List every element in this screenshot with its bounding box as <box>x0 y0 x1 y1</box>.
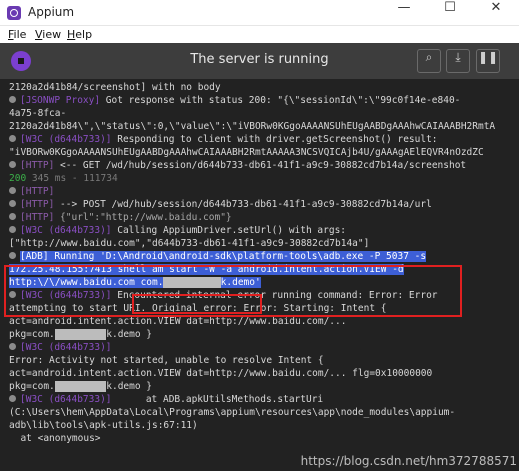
log-line: [W3C (d644b733)] Responding to client wi… <box>9 133 519 146</box>
log-line: 2120a2d41b84/screenshot] with no body <box>9 81 519 94</box>
menu-file[interactable]: File <box>8 28 26 41</box>
log-text: at ADB.apkUtilsMethods.startUri <box>111 394 324 405</box>
log-line: adb\lib\tools\apk-utils.js:67:11) <box>9 419 519 432</box>
log-text: Responding to client with driver.getScre… <box>111 134 438 145</box>
minimize-button[interactable]: — <box>381 0 427 26</box>
log-text: {"url":"http://www.baidu.com"} <box>54 212 232 223</box>
pause-icon[interactable]: ❚❚ <box>476 49 500 73</box>
close-button[interactable]: ✕ <box>473 0 519 26</box>
log-bullet-icon <box>9 226 16 233</box>
server-header: The server is running ⌕ ⤓ ❚❚ <box>0 43 519 79</box>
appium-logo-icon <box>7 6 21 20</box>
menu-help[interactable]: Help <box>67 28 92 41</box>
highlight-box-package <box>132 294 262 314</box>
log-bullet-icon <box>9 343 16 350</box>
log-text: Error: Activity not started, unable to r… <box>9 355 324 366</box>
log-text: Calling AppiumDriver.setUrl() with args: <box>111 225 347 236</box>
download-icon[interactable]: ⤓ <box>446 49 470 73</box>
log-text: ["http://www.baidu.com","d644b733-db61-4… <box>9 238 370 249</box>
log-tag: [W3C (d644b733)] <box>20 394 112 405</box>
log-text: adb\lib\tools\apk-utils.js:67:11) <box>9 420 198 431</box>
status-code: 200 <box>9 173 27 184</box>
log-line: act=android.intent.action.VIEW dat=http:… <box>9 367 519 380</box>
log-text: <-- GET /wd/hub/session/d644b733-db61-41… <box>54 160 467 171</box>
log-text: pkg=com. <box>9 329 55 340</box>
log-tag: [W3C (d644b733)] <box>20 134 112 145</box>
log-tag: [HTTP] <box>20 199 55 210</box>
log-text: pkg=com. <box>9 381 55 392</box>
selected-text: [ADB] Running 'D:\Android\android-sdk\pl… <box>20 251 427 262</box>
log-tag: [W3C (d644b733)] <box>20 342 112 353</box>
log-line: [HTTP] <box>9 185 519 198</box>
title-bar: Appium — ☐ ✕ <box>0 0 519 26</box>
log-bullet-icon <box>9 213 16 220</box>
log-text: 2120a2d41b84/screenshot] with no body <box>9 82 221 93</box>
redacted-text: xxxxxxxxx <box>54 329 107 340</box>
log-bullet-icon <box>9 161 16 168</box>
log-tag: [JSONWP Proxy] <box>20 95 101 106</box>
log-text: k.demo } <box>106 329 153 340</box>
log-bullet-icon <box>9 252 16 259</box>
log-line: [ADB] Running 'D:\Android\android-sdk\pl… <box>9 250 519 263</box>
log-lines: 2120a2d41b84/screenshot] with no body [JS… <box>9 81 519 445</box>
log-line: [JSONWP Proxy] Got response with status … <box>9 94 519 107</box>
log-bullet-icon <box>9 96 16 103</box>
log-text: (C:\Users\hem\AppData\Local\Programs\app… <box>9 407 456 418</box>
log-line: ["http://www.baidu.com","d644b733-db61-4… <box>9 237 519 250</box>
search-icon[interactable]: ⌕ <box>417 49 441 73</box>
server-status: The server is running <box>190 52 329 67</box>
log-text: --> POST /wd/hub/session/d644b733-db61-4… <box>54 199 432 210</box>
log-tag: [HTTP] <box>20 186 55 197</box>
log-text: "iVBORw0KGgoAAAANSUhEUgAABDgAAAhwCAIAAAB… <box>9 147 484 158</box>
log-line: [W3C (d644b733)] Calling AppiumDriver.se… <box>9 224 519 237</box>
log-tag: [HTTP] <box>20 212 55 223</box>
log-bullet-icon <box>9 395 16 402</box>
log-tag: [HTTP] <box>20 160 55 171</box>
log-line: 4a75-8fca- <box>9 107 519 120</box>
log-text: 4a75-8fca- <box>9 108 67 119</box>
log-text: 2120a2d41b84\",\"status\":0,\"value\":\"… <box>9 121 496 132</box>
log-line: pkg=com.xxxxxxxxxk.demo } <box>9 380 519 393</box>
maximize-button[interactable]: ☐ <box>427 0 473 26</box>
log-text: at <anonymous> <box>9 433 101 444</box>
window-title: Appium <box>28 5 75 19</box>
log-line: at <anonymous> <box>9 432 519 445</box>
log-text: act=android.intent.action.VIEW dat=http:… <box>9 316 347 327</box>
log-bullet-icon <box>9 200 16 207</box>
log-line: (C:\Users\hem\AppData\Local\Programs\app… <box>9 406 519 419</box>
log-text: Got response with status 200: "{\"sessio… <box>100 95 461 106</box>
log-line: 2120a2d41b84\",\"status\":0,\"value\":\"… <box>9 120 519 133</box>
log-bullet-icon <box>9 135 16 142</box>
menu-view[interactable]: View <box>35 28 61 41</box>
log-tag: [W3C (d644b733)] <box>20 225 112 236</box>
log-text: k.demo } <box>106 381 153 392</box>
log-line: pkg=com.xxxxxxxxxk.demo } <box>9 328 519 341</box>
log-line: [HTTP] --> POST /wd/hub/session/d644b733… <box>9 198 519 211</box>
log-line: [HTTP] <-- GET /wd/hub/session/d644b733-… <box>9 159 519 172</box>
log-line: 200 345 ms - 111734 <box>9 172 519 185</box>
response-timing: 345 ms - 111734 <box>26 173 118 184</box>
server-log[interactable]: 2120a2d41b84/screenshot] with no body [JS… <box>0 79 519 471</box>
log-bullet-icon <box>9 187 16 194</box>
log-line: "iVBORw0KGgoAAAANSUhEUgAABDgAAAhwCAIAAAB… <box>9 146 519 159</box>
log-text: act=android.intent.action.VIEW dat=http:… <box>9 368 433 379</box>
menu-bar: File View Help <box>0 26 519 43</box>
log-line: Error: Activity not started, unable to r… <box>9 354 519 367</box>
redacted-text: xxxxxxxxx <box>54 381 107 392</box>
log-line: [HTTP] {"url":"http://www.baidu.com"} <box>9 211 519 224</box>
watermark: https://blog.csdn.net/hm372788571 <box>300 454 517 468</box>
log-line: [W3C (d644b733)] <box>9 341 519 354</box>
log-line: [W3C (d644b733)] at ADB.apkUtilsMethods.… <box>9 393 519 406</box>
